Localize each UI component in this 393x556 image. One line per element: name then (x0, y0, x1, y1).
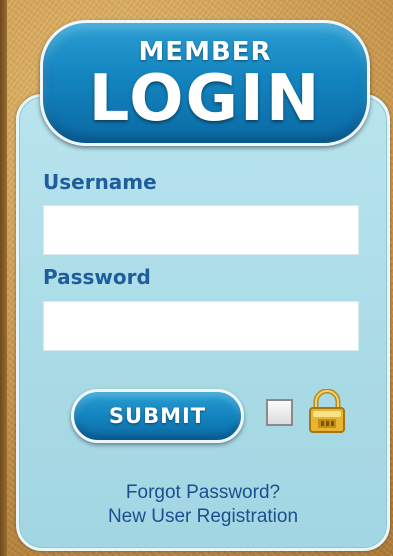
password-input[interactable] (43, 301, 359, 351)
left-frame-border (0, 0, 7, 556)
forgot-password-link[interactable]: Forgot Password? (16, 482, 390, 504)
submit-button[interactable]: SUBMIT (71, 389, 244, 443)
header-login-text: LOGIN (88, 62, 322, 136)
username-label: Username (43, 170, 157, 194)
padlock-icon (309, 389, 345, 433)
new-user-registration-link[interactable]: New User Registration (16, 506, 390, 528)
password-label: Password (43, 265, 151, 289)
login-header-badge: MEMBER LOGIN (40, 20, 370, 146)
username-input[interactable] (43, 205, 359, 255)
remember-me-checkbox[interactable] (266, 399, 293, 426)
